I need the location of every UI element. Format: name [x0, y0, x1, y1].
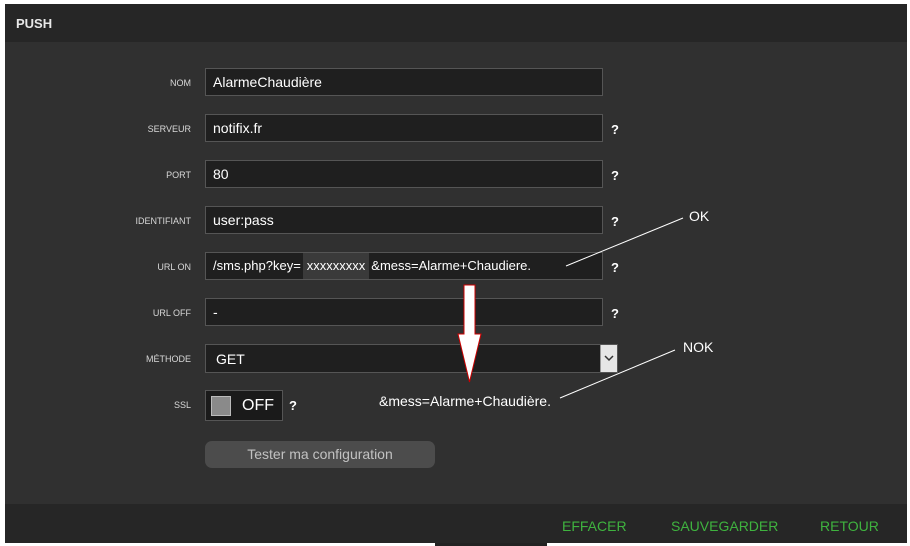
annotation-overlay	[457, 217, 684, 399]
red-down-arrow	[457, 284, 482, 383]
ok-annotation: OK	[689, 208, 710, 224]
ok-pointer-line	[565, 217, 684, 267]
nok-pointer-line	[559, 349, 676, 399]
nok-example-text: &mess=Alarme+Chaudière.	[379, 393, 551, 409]
nok-annotation: NOK	[683, 339, 714, 355]
